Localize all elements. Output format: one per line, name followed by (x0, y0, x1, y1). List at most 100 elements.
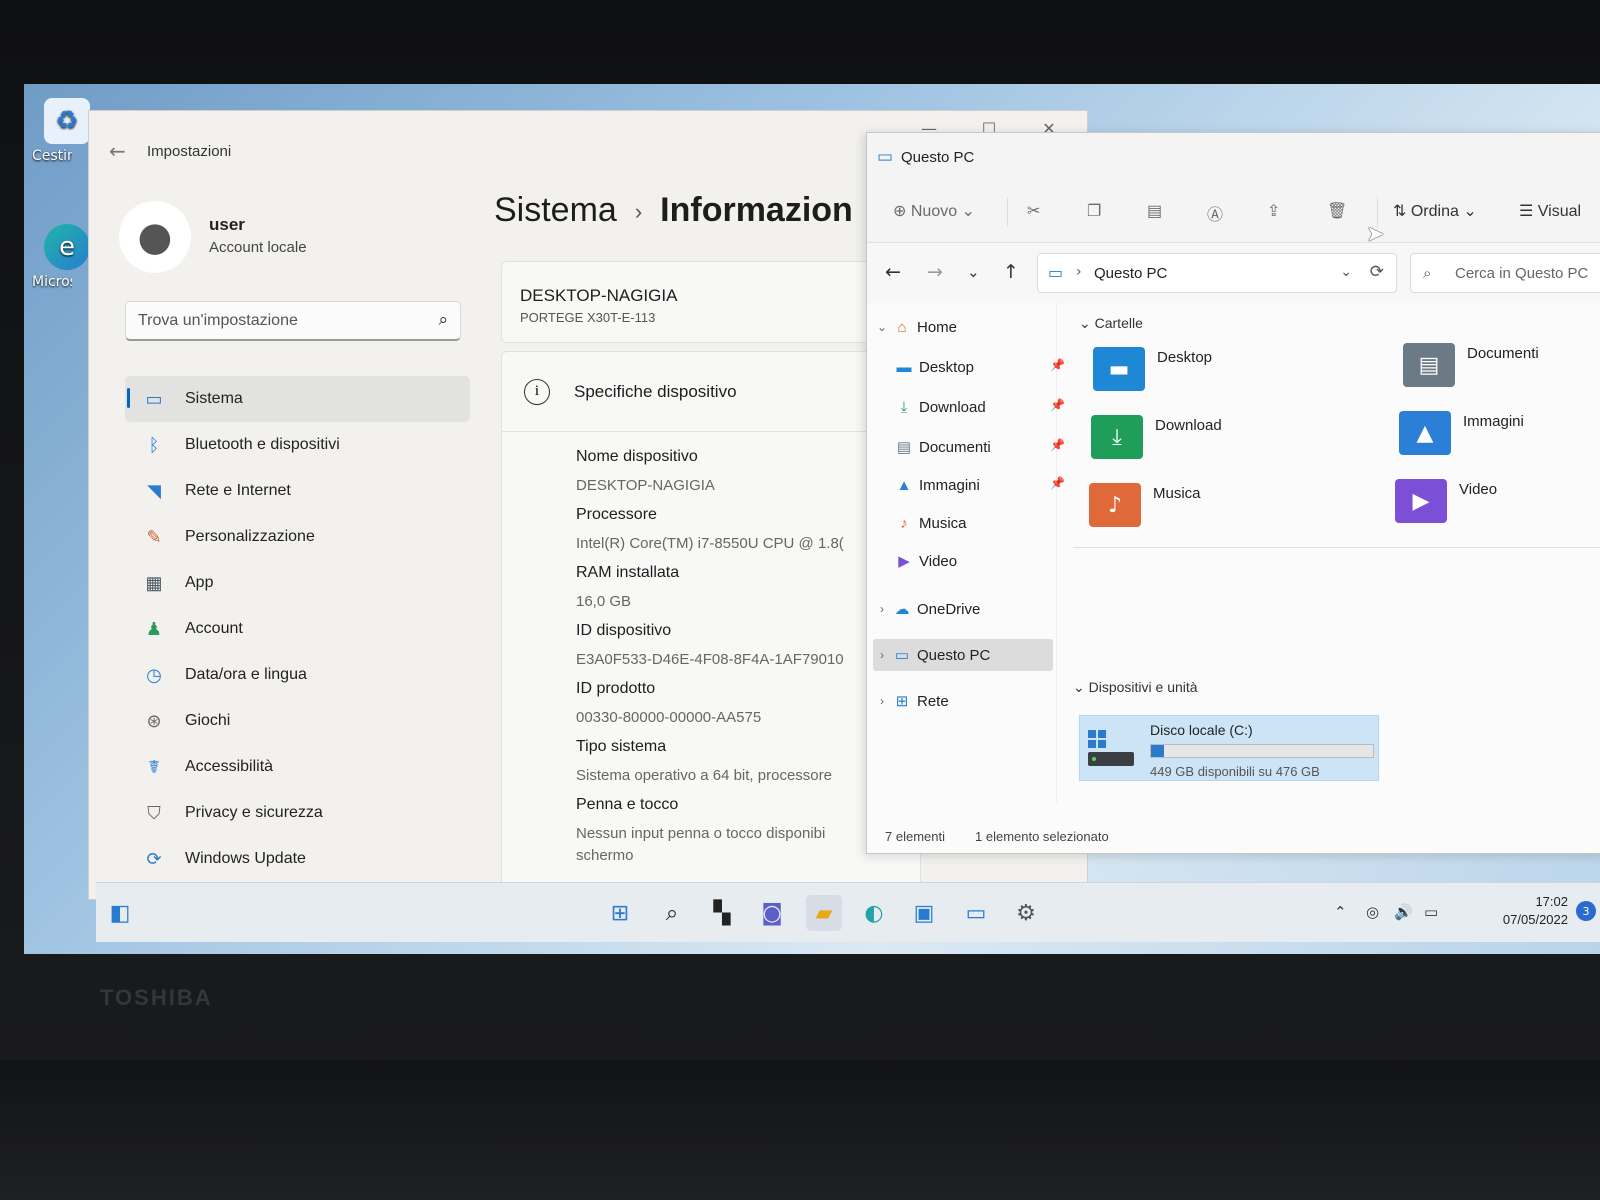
tree-item-home[interactable]: ⌄ ⌂ Home (873, 311, 1053, 343)
tree-item-immagini[interactable]: ▲ Immagini 📌 (893, 469, 1073, 501)
section-divider (1073, 547, 1600, 548)
address-bar[interactable]: ▭ › Questo PC ⌄ ⟳ (1037, 253, 1397, 293)
remote-desktop-icon[interactable]: ▭ (958, 895, 994, 931)
back-arrow-icon[interactable]: ← (109, 139, 126, 163)
explorer-search-input[interactable]: ⌕ Cerca in Questo PC (1410, 253, 1600, 293)
tree-item-video[interactable]: ▶ Video (893, 545, 1073, 577)
folders-header-label: Cartelle (1094, 315, 1143, 331)
search-icon[interactable]: ⌕ (654, 895, 690, 931)
folder-label: Immagini (1463, 413, 1524, 430)
clock[interactable]: 17:02 07/05/2022 (1482, 893, 1568, 929)
chevron-down-icon[interactable]: ⌄ (1340, 264, 1352, 280)
chevron-right-icon[interactable]: › (873, 602, 891, 616)
refresh-icon[interactable]: ⟳ (1370, 262, 1384, 282)
specs-header[interactable]: i Specifiche dispositivo (502, 352, 920, 432)
nav-item-accessibilita[interactable]: ☤ Accessibilità (125, 744, 470, 790)
folder-video[interactable]: ▶ Video (1395, 475, 1600, 535)
breadcrumb-parent[interactable]: Sistema (494, 191, 617, 229)
info-icon: i (524, 378, 550, 405)
status-bar: 7 elementi 1 elemento selezionato (867, 823, 1600, 851)
sort-label: Ordina (1410, 203, 1459, 220)
nav-item-windows-update[interactable]: ⟳ Windows Update (125, 836, 470, 882)
tree-item-desktop[interactable]: ▬ Desktop 📌 (893, 351, 1073, 383)
chevron-right-icon[interactable]: › (873, 694, 891, 708)
new-button[interactable]: ⊕ Nuovo ⌄ (893, 201, 975, 221)
tree-item-documenti[interactable]: ▤ Documenti 📌 (893, 431, 1073, 463)
paste-icon[interactable]: ▤ (1147, 201, 1162, 221)
nav-item-giochi[interactable]: ⊛ Giochi (125, 698, 470, 744)
specs-title: Specifiche dispositivo (574, 381, 737, 401)
share-icon[interactable]: ⇪ (1267, 201, 1280, 221)
tree-item-onedrive[interactable]: › ☁ OneDrive (873, 593, 1053, 625)
back-icon[interactable]: ← (885, 261, 901, 283)
delete-icon[interactable]: 🗑 (1327, 201, 1347, 221)
notification-badge[interactable]: 3 (1576, 901, 1596, 921)
tree-item-rete[interactable]: › ⊞ Rete (873, 685, 1053, 717)
battery-icon[interactable]: ▭ (1424, 903, 1438, 921)
document-icon: ▤ (896, 439, 912, 456)
recent-locations-icon[interactable]: ⌄ (967, 263, 980, 281)
nav-item-bluetooth[interactable]: ᛒ Bluetooth e dispositivi (125, 422, 470, 468)
chevron-right-icon[interactable]: › (873, 648, 891, 662)
video-folder-icon: ▶ (1395, 479, 1447, 523)
store-icon[interactable]: ▣ (906, 895, 942, 931)
explorer-content: ⌄ Cartelle ▬ Desktop ▤ Documenti ⤓ Downl… (1063, 303, 1600, 803)
nav-item-label: Rete e Internet (185, 482, 291, 499)
tree-item-label: Video (919, 552, 958, 570)
nav-item-privacy[interactable]: ⛉ Privacy e sicurezza (125, 790, 470, 836)
edge-icon[interactable]: ◐ (856, 895, 892, 931)
tree-item-questo-pc[interactable]: › ▭ Questo PC (873, 639, 1053, 671)
folder-documenti[interactable]: ▤ Documenti (1403, 339, 1600, 399)
nav-item-data-ora[interactable]: ◷ Data/ora e lingua (125, 652, 470, 698)
nav-item-app[interactable]: ▦ App (125, 560, 470, 606)
folder-musica[interactable]: ♪ Musica (1089, 479, 1349, 539)
volume-icon[interactable]: 🔊 (1394, 903, 1413, 921)
chat-icon[interactable]: ◙ (754, 895, 790, 931)
explorer-toolbar: ⊕ Nuovo ⌄ ✂ ❐ ▤ Ⓐ ⇪ 🗑 ⇅ Ordina ⌄ ☰ Visua… (867, 179, 1600, 243)
update-icon: ⟳ (146, 848, 162, 869)
drive-free-space: 449 GB disponibili su 476 GB (1150, 764, 1320, 779)
chevron-down-icon[interactable]: ⌄ (873, 320, 891, 334)
nav-item-sistema[interactable]: ▭ Sistema (125, 376, 470, 422)
settings-icon[interactable]: ⚙ (1008, 895, 1044, 931)
home-icon: ⌂ (897, 318, 907, 336)
nav-item-label: Personalizzazione (185, 528, 315, 545)
download-folder-icon: ⤓ (1091, 415, 1143, 459)
sort-button[interactable]: ⇅ Ordina ⌄ (1393, 201, 1477, 221)
up-icon[interactable]: ↑ (1003, 261, 1019, 283)
nav-item-account[interactable]: ♟ Account (125, 606, 470, 652)
copy-icon[interactable]: ❐ (1087, 201, 1101, 221)
chevron-up-icon[interactable]: ⌃ (1334, 903, 1347, 921)
breadcrumb: Sistema › Informazion (494, 191, 853, 230)
settings-search-input[interactable]: Trova un'impostazione ⌕ (125, 301, 461, 341)
globe-icon[interactable]: ◎ (1366, 903, 1379, 921)
music-icon: ♪ (900, 514, 908, 532)
tree-item-musica[interactable]: ♪ Musica (893, 507, 1073, 539)
nav-item-label: Privacy e sicurezza (185, 804, 323, 821)
cut-icon[interactable]: ✂ (1027, 201, 1040, 221)
folder-desktop[interactable]: ▬ Desktop (1093, 343, 1353, 403)
folder-label: Musica (1153, 485, 1201, 502)
nav-item-rete[interactable]: ◥ Rete e Internet (125, 468, 470, 514)
start-icon[interactable]: ⊞ (602, 895, 638, 931)
file-explorer-window: ▭ Questo PC ⊕ Nuovo ⌄ ✂ ❐ ▤ Ⓐ ⇪ 🗑 ⇅ Ordi… (866, 132, 1600, 854)
folder-immagini[interactable]: ▲ Immagini (1399, 407, 1600, 467)
rename-icon[interactable]: Ⓐ (1207, 201, 1223, 225)
devices-section-header[interactable]: ⌄ Dispositivi e unità (1073, 679, 1198, 696)
drive-name: Disco locale (C:) (1150, 722, 1253, 738)
file-explorer-icon[interactable]: ▰ (806, 895, 842, 931)
tree-item-label: Home (917, 318, 958, 336)
widgets-icon[interactable]: ◧ (102, 895, 138, 931)
nav-item-personalizzazione[interactable]: ✎ Personalizzazione (125, 514, 470, 560)
tree-item-download[interactable]: ⤓ Download 📌 (893, 391, 1073, 423)
view-button[interactable]: ☰ Visual (1519, 201, 1581, 221)
search-icon: ⌕ (438, 310, 448, 330)
pc-icon: ▭ (877, 147, 894, 167)
forward-icon[interactable]: → (927, 261, 943, 283)
settings-app-title: Impostazioni (147, 143, 232, 160)
folder-download[interactable]: ⤓ Download (1091, 411, 1351, 471)
folders-section-header[interactable]: ⌄ Cartelle (1079, 315, 1143, 332)
task-view-icon[interactable]: ▚ (704, 895, 740, 931)
user-profile[interactable]: ● user Account locale (119, 201, 459, 281)
drive-item-c[interactable]: Disco locale (C:) 449 GB disponibili su … (1079, 715, 1379, 781)
